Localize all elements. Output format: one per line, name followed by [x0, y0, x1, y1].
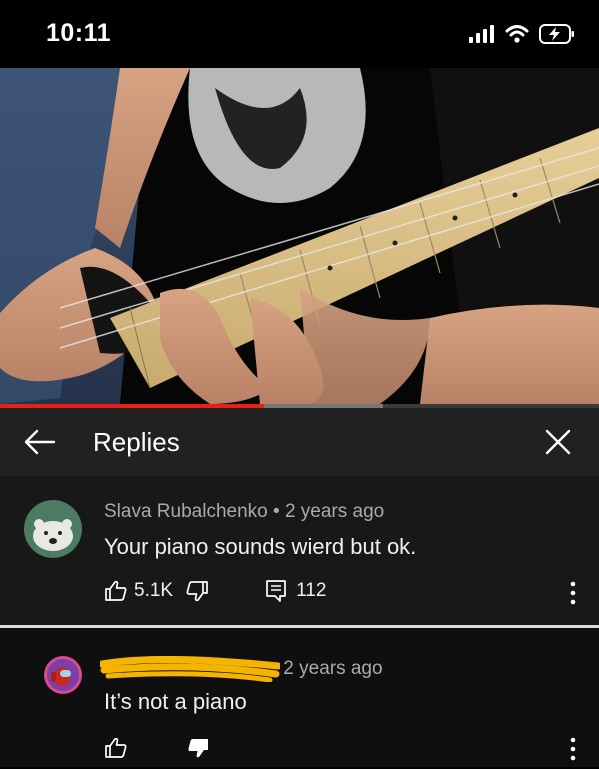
- clock: 10:11: [46, 19, 112, 47]
- reply-comment: 2 years ago It’s not a piano: [0, 628, 599, 767]
- comment-age: 2 years ago: [283, 658, 383, 679]
- polar-bear-avatar-icon: [24, 500, 82, 558]
- comment-meta: 2 years ago: [100, 655, 383, 682]
- thumbs-down-filled-icon: [188, 739, 208, 758]
- close-icon: [545, 429, 571, 455]
- battery-charging-icon: [539, 24, 574, 44]
- avatar[interactable]: [24, 500, 82, 558]
- more-actions-button[interactable]: [561, 734, 585, 764]
- cellular-signal-icon: [469, 25, 494, 43]
- vertical-dots-icon: [570, 581, 576, 605]
- vertical-dots-icon: [570, 737, 576, 761]
- arrow-left-icon: [24, 429, 56, 455]
- like-button[interactable]: [104, 736, 128, 760]
- video-player[interactable]: [0, 68, 599, 404]
- replies-header: Replies: [0, 408, 599, 476]
- author-name[interactable]: Slava Rubalchenko: [104, 501, 268, 522]
- comment-actions: 5.1K 112: [104, 579, 326, 603]
- video-frame-image: [0, 68, 599, 404]
- comment-text: It’s not a piano: [104, 689, 247, 714]
- comment-text: Your piano sounds wierd but ok.: [104, 534, 417, 559]
- redacted-author-name[interactable]: [100, 655, 280, 682]
- page-title: Replies: [93, 427, 180, 457]
- like-button[interactable]: 5.1K: [104, 579, 173, 603]
- replies-button[interactable]: 112: [265, 579, 326, 603]
- reply-comment-icon: [266, 580, 286, 602]
- parent-comment: Slava Rubalchenko • 2 years ago Your pia…: [0, 476, 599, 625]
- more-actions-button[interactable]: [561, 578, 585, 608]
- scribble-redaction-icon: [100, 655, 280, 682]
- thumbs-up-icon: [105, 737, 127, 758]
- like-count: 5.1K: [134, 580, 174, 601]
- back-button[interactable]: [22, 426, 58, 458]
- comment-age: 2 years ago: [284, 501, 385, 522]
- comment-actions: [104, 736, 210, 760]
- dislike-button[interactable]: [186, 736, 210, 760]
- avatar[interactable]: [44, 656, 82, 694]
- reply-count: 112: [296, 580, 327, 601]
- meta-separator: •: [273, 501, 280, 522]
- crewmate-avatar-icon: [44, 656, 82, 694]
- comment-meta: Slava Rubalchenko • 2 years ago: [104, 501, 384, 523]
- thumbs-up-icon: [105, 580, 127, 601]
- status-icons: [469, 24, 575, 44]
- status-bar: 10:11: [0, 0, 599, 68]
- thumbs-down-icon: [186, 581, 208, 602]
- wifi-icon: [505, 25, 529, 43]
- close-button[interactable]: [541, 425, 575, 459]
- dislike-button[interactable]: [185, 579, 209, 603]
